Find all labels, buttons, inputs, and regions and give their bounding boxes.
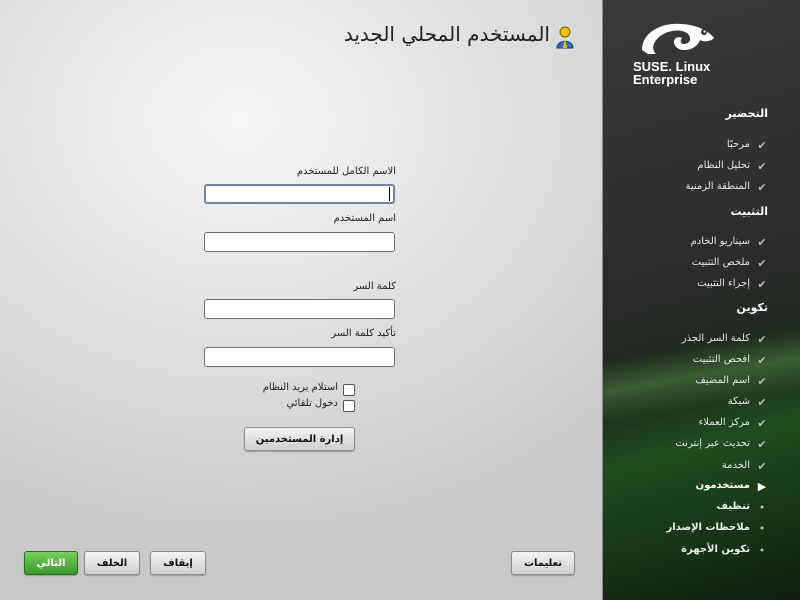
check-icon: ✔: [757, 354, 767, 367]
step-clean-up: تنظيف: [716, 501, 750, 512]
check-icon: ✔: [757, 139, 767, 152]
user-icon: [556, 26, 574, 49]
check-icon: ✔: [757, 460, 767, 473]
main-panel: المستخدم المحلي الجديد الاسم الكامل للمس…: [0, 0, 603, 600]
step-network: شبكة: [727, 396, 750, 407]
bullet-icon: •: [758, 501, 766, 514]
step-hardware-configuration: تكوين الأجهزة: [681, 544, 750, 555]
user-management-button[interactable]: إدارة المستخدمين: [244, 427, 355, 451]
step-system-analysis: تحليل النظام: [697, 160, 750, 171]
step-hostname: اسم المضيف: [695, 375, 750, 386]
step-customer-center: مركز العملاء: [698, 417, 750, 428]
bullet-icon: •: [758, 522, 766, 535]
help-button[interactable]: تعليمات: [511, 551, 575, 575]
section-configuration: تكوين: [736, 301, 768, 314]
brand-line-2: Enterprise: [633, 72, 698, 87]
sidebar: SUSE. Linux Enterprise التحضير ✔ مرحبًا …: [603, 0, 800, 600]
bullet-icon: •: [758, 544, 766, 557]
check-icon: ✔: [757, 181, 767, 194]
section-installation: التثبيت: [730, 205, 768, 218]
step-users: مستخدمون: [695, 480, 750, 491]
step-release-notes: ملاحظات الإصدار: [666, 522, 750, 533]
step-service: الخدمة: [721, 460, 750, 471]
step-check-installation: افحص التثبيت: [692, 354, 750, 365]
check-icon: ✔: [757, 278, 767, 291]
username-label: اسم المستخدم: [333, 213, 396, 224]
text-caret: [389, 187, 390, 201]
step-root-password: كلمة السر الجذر: [681, 333, 750, 344]
step-time-zone: المنطقة الزمنية: [685, 181, 750, 192]
page-title: المستخدم المحلي الجديد: [343, 22, 550, 46]
step-installation-summary: ملخص التثبيت: [691, 257, 750, 268]
check-icon: ✔: [757, 417, 767, 430]
brand-text: SUSE. Linux Enterprise: [633, 60, 710, 86]
full-name-label: الاسم الكامل للمستخدم: [296, 166, 396, 177]
full-name-input[interactable]: [204, 184, 395, 204]
auto-login-label: دخول تلقائي: [286, 398, 338, 409]
password-input[interactable]: [204, 299, 395, 319]
check-icon: ✔: [757, 396, 767, 409]
abort-button[interactable]: إيقاف: [150, 551, 206, 575]
password-label: كلمة السر: [353, 281, 396, 292]
next-button[interactable]: التالي: [24, 551, 78, 575]
confirm-password-input[interactable]: [204, 347, 395, 367]
auto-login-checkbox[interactable]: [343, 400, 355, 412]
back-button[interactable]: الخلف: [84, 551, 140, 575]
check-icon: ✔: [757, 438, 767, 451]
receive-mail-label: استلام بريد النظام: [262, 382, 338, 393]
step-server-scenario: سيناريو الخادم: [690, 236, 750, 247]
check-icon: ✔: [757, 375, 767, 388]
step-online-update: تحديث عبر إنترنت: [675, 438, 750, 449]
step-welcome: مرحبًا: [726, 139, 750, 150]
step-perform-installation: إجراء التثبيت: [697, 278, 750, 289]
check-icon: ✔: [757, 257, 767, 270]
check-icon: ✔: [757, 160, 767, 173]
check-icon: ✔: [757, 236, 767, 249]
username-input[interactable]: [204, 232, 395, 252]
confirm-password-label: تأكيد كلمة السر: [331, 328, 396, 339]
arrow-right-icon: ▶: [757, 480, 767, 493]
suse-chameleon-logo: [642, 23, 714, 54]
check-icon: ✔: [757, 333, 767, 346]
receive-mail-checkbox[interactable]: [343, 384, 355, 396]
section-preparation: التحضير: [725, 107, 769, 120]
